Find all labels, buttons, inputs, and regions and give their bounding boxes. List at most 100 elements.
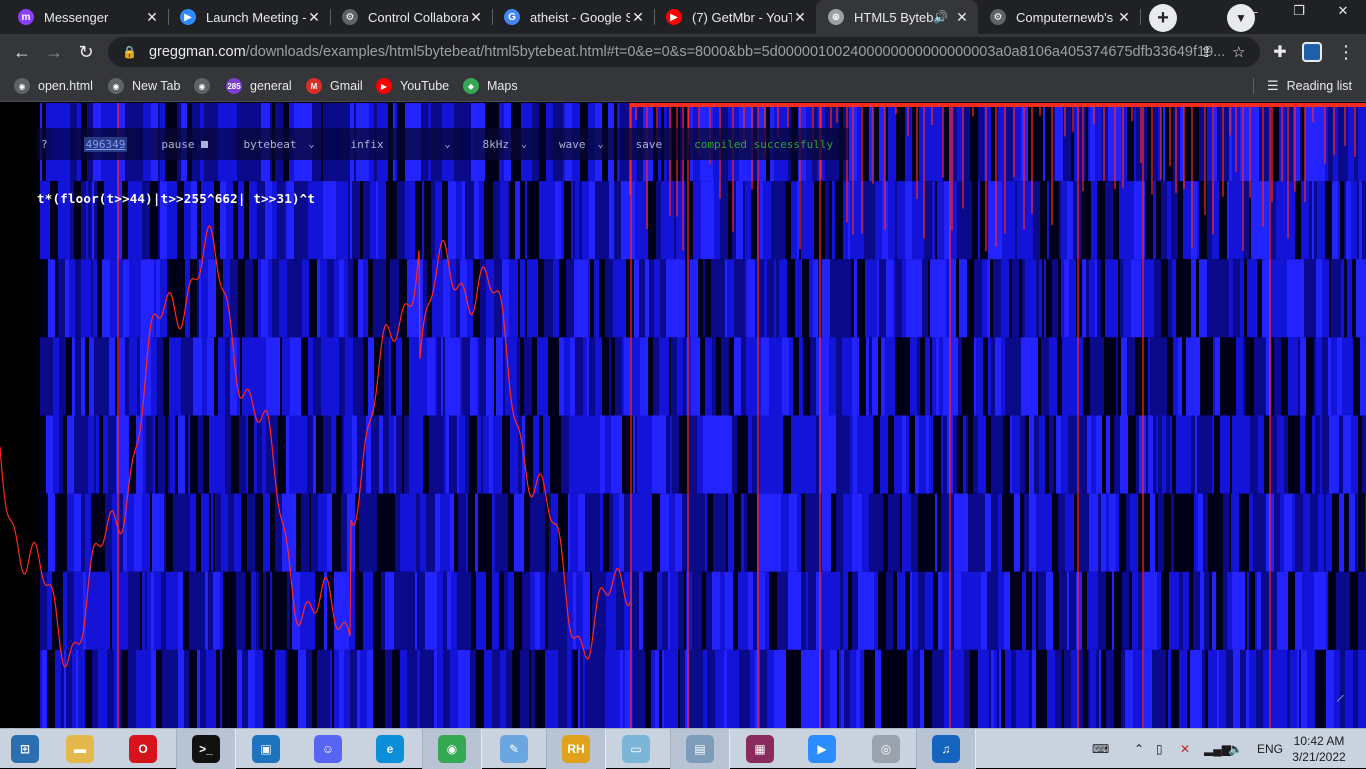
close-tab-icon[interactable]: ✕	[954, 9, 970, 26]
reading-list-button[interactable]: ☰ Reading list	[1267, 76, 1352, 96]
taskbar-app[interactable]: ▬	[50, 729, 110, 769]
system-clock[interactable]: 10:42 AM 3/21/2022	[1286, 733, 1352, 765]
computernewb-icon: ⚙	[990, 9, 1006, 25]
bookmark-label: general	[250, 79, 292, 93]
close-tab-icon[interactable]: ✕	[144, 9, 160, 26]
browser-tab[interactable]: Gatheist - Google S ✕	[492, 0, 655, 34]
bookmarks-bar: ◉ open.html ◉ New Tab ◉ 285 general M Gmail ▶ YouT…	[0, 70, 1366, 102]
network-error-icon[interactable]: ✕	[1180, 729, 1190, 769]
bookmark-item[interactable]: M Gmail	[306, 76, 363, 96]
volume-icon[interactable]: 🔈	[1228, 729, 1243, 769]
pause-button[interactable]: pause	[151, 128, 218, 160]
tab-title: Messenger	[44, 9, 109, 25]
browser-tab[interactable]: ▶ Launch Meeting - ✕	[168, 0, 331, 34]
browser-toolbar: ← → ↻ 🔒 greggman.com/downloads/examples/…	[0, 34, 1366, 70]
menu-button[interactable]: ⋮	[1332, 38, 1360, 66]
tab-divider	[1140, 9, 1141, 25]
time-value: 496349	[83, 136, 128, 152]
taskbar-app[interactable]: ◉	[422, 729, 482, 769]
bookmark-label: open.html	[38, 79, 93, 93]
show-hidden-icons-chevron[interactable]: ⌃	[1134, 729, 1144, 769]
forward-button[interactable]: →	[40, 38, 68, 66]
type-select[interactable]: bytebeat ⌄	[233, 128, 325, 160]
address-bar[interactable]: 🔒 greggman.com/downloads/examples/html5b…	[108, 37, 1260, 67]
pause-label: pause	[161, 137, 195, 151]
close-tab-icon[interactable]: ✕	[306, 9, 322, 26]
status-text: compiled successfully	[694, 137, 834, 151]
chevron-down-icon: ⌄	[597, 138, 604, 150]
taskbar-app[interactable]: ▭	[606, 729, 666, 769]
start-button[interactable]: ⊞	[0, 729, 50, 769]
browser-tab-strip: m Messenger ✕ ▶ Launch Meeting - ✕ ⚙ Control Co…	[0, 0, 1366, 34]
taskbar-app[interactable]: ▤	[670, 729, 730, 769]
browser-tab[interactable]: ▶ (7) GetMbr - YouTu ✕	[654, 0, 817, 34]
stop-square-icon	[200, 140, 208, 148]
url-path: /downloads/examples/html5bytebeat/html5b…	[245, 44, 1226, 60]
taskbar-app[interactable]: ▣	[236, 729, 296, 769]
compile-status: compiled successfully	[684, 128, 844, 160]
taskbar-app[interactable]: RH	[546, 729, 606, 769]
touch-keyboard-icon[interactable]: ⌨	[1092, 729, 1109, 769]
close-window-button[interactable]: ✕	[1320, 0, 1366, 22]
notation-select[interactable]: infix ⌄	[340, 128, 461, 160]
reading-list-label: Reading list	[1286, 79, 1352, 93]
back-button[interactable]: ←	[8, 38, 36, 66]
bookmark-item[interactable]: ◉	[194, 76, 218, 96]
taskbar-app[interactable]: e	[360, 729, 420, 769]
globe-icon: ◉	[14, 78, 30, 94]
bookmark-label: New Tab	[132, 79, 181, 93]
share-icon[interactable]: ⇪	[1200, 43, 1213, 61]
globe-icon: ◉	[108, 78, 124, 94]
network-device-icon[interactable]: ▯	[1156, 729, 1163, 769]
new-tab-button[interactable]: +	[1149, 4, 1177, 32]
extensions-button[interactable]: ✚	[1266, 38, 1294, 66]
taskbar-app[interactable]: ▶	[792, 729, 852, 769]
time-display[interactable]: 496349	[73, 128, 138, 160]
expression-editor[interactable]: t*(floor(t>>44)|t>>255^662| t>>31)^t	[37, 191, 315, 206]
sample-rate-select[interactable]: 8kHz ⌄	[472, 128, 538, 160]
close-tab-icon[interactable]: ✕	[1116, 9, 1132, 26]
close-tab-icon[interactable]: ✕	[630, 9, 646, 26]
taskbar-app[interactable]: ✎	[484, 729, 544, 769]
resource-hacker-icon: RH	[562, 735, 590, 763]
winrar-icon: ▦	[746, 735, 774, 763]
bookmarks-divider	[1253, 78, 1254, 94]
taskbar-app[interactable]: ☺	[298, 729, 358, 769]
help-button[interactable]: ?	[37, 128, 52, 160]
reload-button[interactable]: ↻	[72, 38, 100, 66]
youtube-icon: ▶	[666, 9, 682, 25]
bookmark-item[interactable]: 285 general	[226, 76, 292, 96]
notation-value: infix	[350, 137, 384, 151]
bookmark-label: Gmail	[330, 79, 363, 93]
taskbar-app[interactable]: ◎	[856, 729, 916, 769]
minimize-button[interactable]: —	[1228, 0, 1274, 22]
language-indicator[interactable]: ENG	[1257, 729, 1283, 769]
close-tab-icon[interactable]: ✕	[468, 9, 484, 26]
view-select[interactable]: wave ⌄	[549, 128, 614, 160]
taskbar-app[interactable]: >_	[176, 729, 236, 769]
bookmark-item[interactable]: ▶ YouTube	[376, 76, 449, 96]
save-button[interactable]: save	[625, 128, 673, 160]
bookmark-item[interactable]: ◉ open.html	[14, 76, 93, 96]
browser-tab[interactable]: ⚙ Computernewb's I ✕	[978, 0, 1141, 34]
profile-avatar[interactable]	[1302, 42, 1322, 62]
bookmark-star-icon[interactable]: ☆	[1232, 43, 1245, 61]
windows-taskbar: ⊞ ▬ O >_ ▣ ☺ e ◉ ✎ RH ▭ ▤ ▦ ▶ ◎ ♫ ⌨ ⌃ ▯ ✕ ▂▄▆ 🔈 ENG 10:…	[0, 728, 1366, 769]
chrome-icon: ◉	[438, 735, 466, 763]
wifi-signal-icon[interactable]: ▂▄▆	[1204, 729, 1231, 769]
taskbar-app[interactable]: ▦	[730, 729, 790, 769]
tab-audio-icon[interactable]: 🔊	[933, 10, 948, 24]
view-value: wave	[559, 137, 586, 151]
close-tab-icon[interactable]: ✕	[792, 9, 808, 26]
browser-tab[interactable]: m Messenger ✕	[6, 0, 169, 34]
taskbar-app[interactable]: O	[113, 729, 173, 769]
bookmark-item[interactable]: ◆ Maps	[463, 76, 518, 96]
browser-tab[interactable]: ⚙ Control Collaborat ✕	[330, 0, 493, 34]
browser-tab[interactable]: ⊕ HTML5 Bytebe 🔊 ✕	[816, 0, 978, 34]
taskbar-app[interactable]: ♫	[916, 729, 976, 769]
tab-title: Computernewb's I	[1016, 9, 1116, 25]
bookmark-item[interactable]: ◉ New Tab	[108, 76, 180, 96]
maps-icon: ◆	[463, 78, 479, 94]
kebab-menu-icon: ⋮	[1337, 41, 1355, 62]
restore-button[interactable]: ❐	[1276, 0, 1322, 22]
